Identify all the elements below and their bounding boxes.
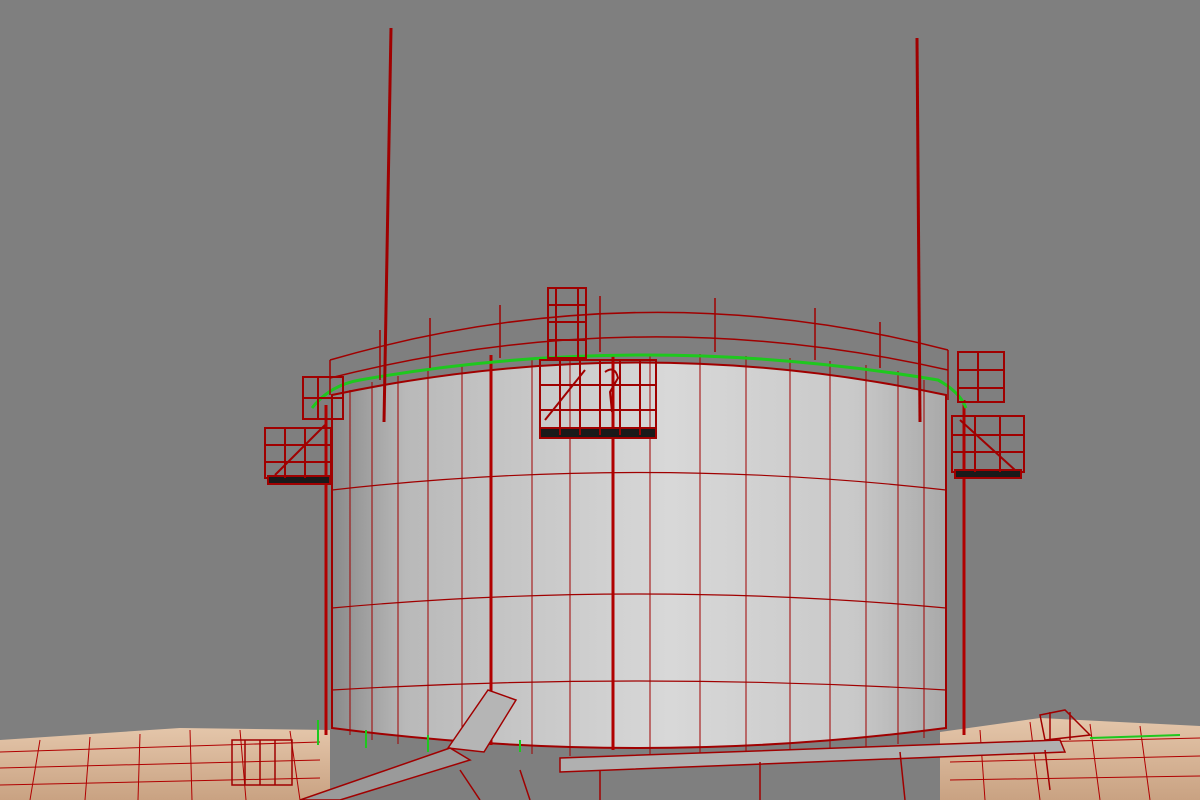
left-platform[interactable] bbox=[264, 376, 344, 485]
storage-tank[interactable] bbox=[324, 354, 966, 758]
lightning-rod-left[interactable] bbox=[382, 27, 393, 423]
lightning-rod-right[interactable] bbox=[915, 37, 922, 423]
stair-tower[interactable] bbox=[547, 287, 587, 359]
3d-viewport[interactable] bbox=[0, 0, 1200, 800]
viewport-canvas[interactable] bbox=[0, 0, 1200, 800]
